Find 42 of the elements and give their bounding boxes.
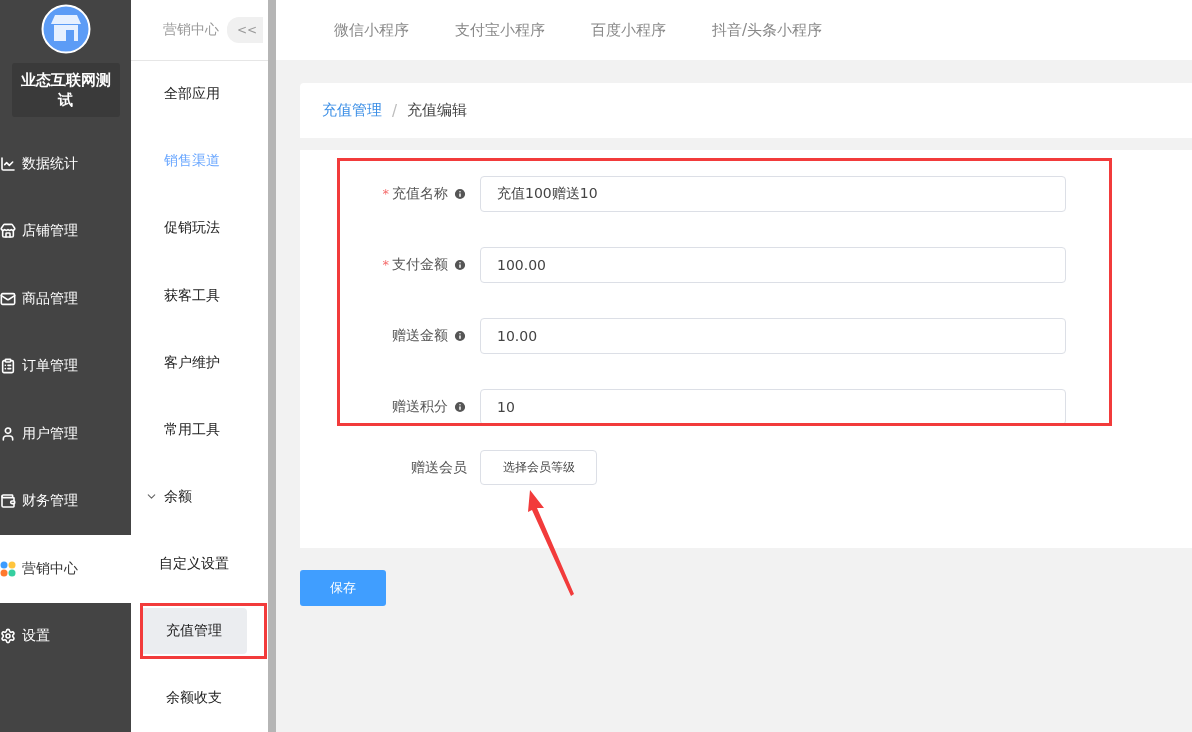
chart-icon [0, 155, 16, 172]
submenu-item[interactable]: 常用工具 [131, 396, 268, 464]
settings-icon [0, 628, 16, 645]
submenu-item[interactable]: 获客工具 [131, 262, 268, 330]
store-icon [0, 223, 16, 240]
info-icon [453, 257, 467, 272]
breadcrumb-link[interactable]: 充值管理 [322, 101, 382, 120]
field-label: * 充值名称 [382, 184, 448, 203]
info-icon [453, 399, 467, 414]
mail-icon [0, 290, 16, 307]
field-label: * 支付金额 [382, 255, 448, 274]
submenu-title: 营销中心 [163, 20, 219, 39]
info-icon [453, 328, 467, 343]
select-level-button[interactable]: 选择会员等级 [480, 450, 597, 485]
tab[interactable]: 百度小程序 [591, 20, 666, 40]
submenu-item[interactable]: 全部应用 [131, 60, 268, 128]
input-field[interactable]: 10 [480, 388, 1066, 425]
tab[interactable]: 抖音/头条小程序 [712, 20, 823, 40]
user-icon [0, 425, 16, 442]
four-color-petals-icon [0, 560, 16, 577]
submenu-item[interactable]: 促销玩法 [131, 194, 268, 263]
field-label: 赠送积分 [392, 397, 448, 416]
store-logo-icon [40, 4, 91, 54]
breadcrumb-current: 充值编辑 [407, 101, 468, 120]
input-field[interactable]: 10.00 [480, 317, 1066, 354]
info-icon [453, 186, 467, 201]
list-icon [0, 358, 16, 375]
main-menu-item[interactable]: 营销中心 [0, 535, 131, 603]
input-field[interactable]: 100.00 [480, 246, 1066, 283]
field-label: 赠送会员 [411, 458, 467, 477]
submenu-item[interactable]: 充值管理 [140, 608, 247, 655]
tab[interactable]: 支付宝小程序 [455, 20, 545, 40]
submenu-item[interactable]: 余额收支 [140, 675, 247, 722]
breadcrumb-separator: / [392, 101, 398, 120]
tab[interactable]: 微信小程序 [334, 20, 409, 40]
wallet-icon [0, 493, 16, 510]
field-label: 赠送金额 [392, 326, 448, 345]
brand-name: 业态互联网测试 [11, 63, 120, 117]
submenu-group[interactable]: 余额 [131, 463, 268, 531]
submenu-item[interactable]: 客户维护 [131, 329, 268, 397]
submenu-item[interactable]: 自定义设置 [140, 541, 247, 588]
input-field[interactable]: 充值100赠送10 [480, 175, 1066, 212]
